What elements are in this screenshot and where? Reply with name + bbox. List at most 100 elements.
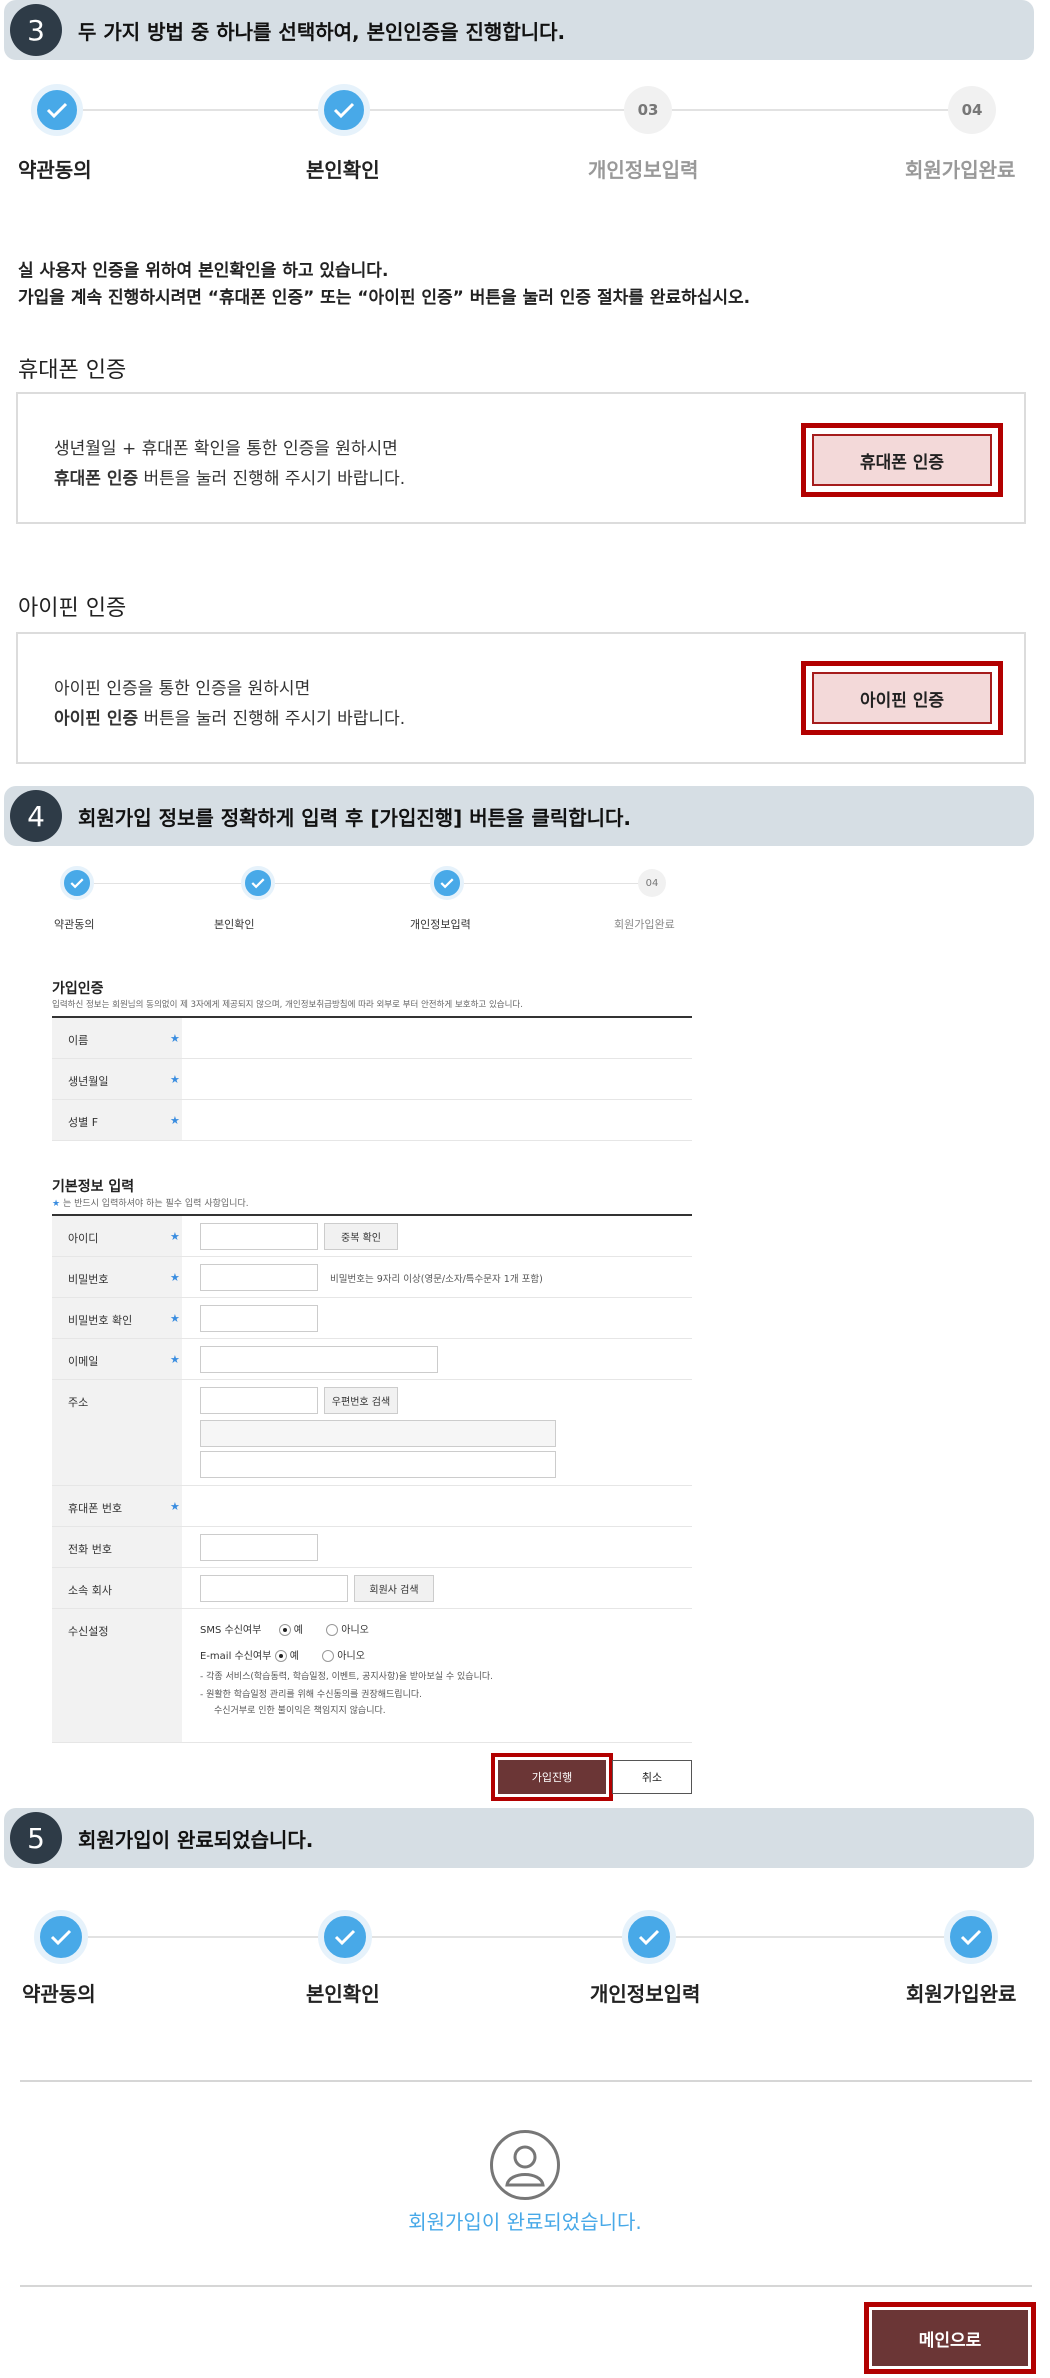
progress-line	[78, 883, 648, 884]
ipin-auth-heading: 아이핀 인증	[18, 596, 127, 621]
form-row-password-confirm: 비밀번호 확인 ★	[52, 1298, 692, 1339]
basic-section-note: ★ 는 반드시 입력하셔야 하는 필수 입력 사항입니다.	[52, 1199, 249, 1209]
step5-title: 회원가입이 완료되었습니다.	[78, 1828, 314, 1852]
user-icon	[490, 2130, 560, 2200]
divider	[20, 2285, 1032, 2287]
phone-auth-heading: 휴대폰 인증	[18, 358, 127, 383]
password-input[interactable]	[200, 1264, 318, 1291]
receive-note: 수신거부로 인한 불이익은 책임지지 않습니다.	[214, 1706, 386, 1716]
field-label: 전화 번호	[52, 1527, 182, 1567]
check-icon	[31, 84, 83, 136]
form-row-mobile: 휴대폰 번호 ★	[52, 1486, 692, 1527]
step-label: 본인확인	[214, 918, 255, 931]
field-label: 휴대폰 번호	[52, 1486, 182, 1526]
basic-section-title: 기본정보 입력	[52, 1179, 135, 1195]
form-row-company: 소속 회사 회원사 검색	[52, 1568, 692, 1609]
required-star-icon: ★	[170, 1312, 180, 1325]
step-number-badge: 3	[10, 4, 62, 56]
required-star-icon: ★	[170, 1114, 180, 1127]
step3-banner: 3 두 가지 방법 중 하나를 선택하여, 본인인증을 진행합니다.	[4, 0, 1034, 60]
join-submit-button[interactable]: 가입진행	[491, 1753, 613, 1801]
field-label: 비밀번호 확인	[52, 1298, 182, 1338]
password-confirm-input[interactable]	[200, 1305, 318, 1332]
go-main-button[interactable]: 메인으로	[864, 2302, 1036, 2374]
ipin-auth-button[interactable]: 아이핀 인증	[801, 661, 1003, 735]
phone-auth-desc: 휴대폰 인증 버튼을 눌러 진행해 주시기 바랍니다.	[54, 469, 406, 489]
ipin-auth-desc: 아이핀 인증을 통한 인증을 원하시면	[54, 679, 311, 699]
field-label: 성별 F	[52, 1100, 182, 1140]
step-label: 약관동의	[18, 158, 92, 182]
company-search-button[interactable]: 회원사 검색	[354, 1575, 434, 1602]
check-icon	[318, 1910, 372, 1964]
step-number: 04	[638, 869, 666, 897]
auth-section-note: 입력하신 정보는 회원님의 동의없이 제 3자에게 제공되지 않으며, 개인정보…	[52, 1000, 523, 1010]
divider	[20, 2080, 1032, 2082]
phone-input[interactable]	[200, 1534, 318, 1561]
field-label: 비밀번호	[52, 1257, 182, 1297]
complete-message: 회원가입이 완료되었습니다.	[408, 2210, 642, 2234]
sms-yes-radio[interactable]	[278, 1624, 291, 1636]
step-label: 회원가입완료	[905, 158, 1016, 182]
progress-line	[60, 109, 980, 111]
form-row-birth: 생년월일 ★	[52, 1059, 692, 1100]
address-detail-input[interactable]	[200, 1451, 556, 1478]
step-label: 회원가입완료	[614, 918, 675, 931]
zipcode-search-button[interactable]: 우편번호 검색	[324, 1387, 398, 1414]
intro-text: 실 사용자 인증을 위하여 본인확인을 하고 있습니다.	[18, 261, 389, 281]
step5-banner: 5 회원가입이 완료되었습니다.	[4, 1808, 1034, 1868]
password-hint: 비밀번호는 9자리 이상(영문/소자/특수문자 1개 포함)	[330, 1274, 543, 1285]
receive-note: - 원활한 학습일정 관리를 위해 수신동의를 권장해드립니다.	[200, 1690, 422, 1700]
intro-text: 가입을 계속 진행하시려면 “휴대폰 인증” 또는 “아이핀 인증” 버튼을 눌…	[18, 288, 751, 308]
email-yes-radio[interactable]	[274, 1650, 287, 1662]
step4-banner: 4 회원가입 정보를 정확하게 입력 후 [가입진행] 버튼을 클릭합니다.	[4, 786, 1034, 846]
zipcode-input[interactable]	[200, 1387, 318, 1414]
email-receive: E-mail 수신여부 예 아니오	[200, 1650, 365, 1662]
company-input[interactable]	[200, 1575, 348, 1602]
phone-auth-button[interactable]: 휴대폰 인증	[801, 423, 1003, 497]
step-label: 회원가입완료	[906, 1982, 1017, 2006]
step-label: 약관동의	[54, 918, 95, 931]
form-row-phone: 전화 번호	[52, 1527, 692, 1568]
step-label: 개인정보입력	[410, 918, 471, 931]
auth-section-title: 가입인증	[52, 981, 104, 997]
email-no-radio[interactable]	[322, 1650, 335, 1662]
sms-no-radio[interactable]	[326, 1624, 339, 1636]
id-input[interactable]	[200, 1223, 318, 1250]
form-row-name: 이름 ★	[52, 1018, 692, 1059]
required-star-icon: ★	[170, 1073, 180, 1086]
check-icon	[60, 866, 94, 900]
field-label: 주소	[52, 1380, 182, 1485]
field-label: 아이디	[52, 1216, 182, 1256]
cancel-button[interactable]: 취소	[612, 1760, 692, 1794]
form-row-email: 이메일 ★	[52, 1339, 692, 1380]
sms-receive: SMS 수신여부 예 아니오	[200, 1624, 369, 1636]
field-label: 이메일	[52, 1339, 182, 1379]
check-icon	[318, 84, 370, 136]
check-icon	[430, 866, 464, 900]
step-number-badge: 4	[10, 790, 62, 842]
check-icon	[241, 866, 275, 900]
step-label: 본인확인	[306, 1982, 380, 2006]
check-icon	[944, 1910, 998, 1964]
progress-line	[62, 1936, 982, 1938]
step-label: 개인정보입력	[590, 1982, 701, 2006]
receive-note: - 각종 서비스(학습동력, 학습일정, 이벤트, 공지사항)을 받아보실 수 …	[200, 1672, 494, 1682]
field-label: 소속 회사	[52, 1568, 182, 1608]
step4-title: 회원가입 정보를 정확하게 입력 후 [가입진행] 버튼을 클릭합니다.	[78, 806, 632, 830]
form-row-gender: 성별 F ★	[52, 1100, 692, 1141]
address-input[interactable]	[200, 1420, 556, 1447]
step-label: 본인확인	[306, 158, 380, 182]
form-row-id: 아이디 ★ 중복 확인	[52, 1216, 692, 1257]
step-number: 03	[624, 86, 672, 134]
email-input[interactable]	[200, 1346, 438, 1373]
check-icon	[622, 1910, 676, 1964]
step-number-badge: 5	[10, 1812, 62, 1864]
phone-auth-desc: 생년월일 + 휴대폰 확인을 통한 인증을 원하시면	[54, 439, 398, 459]
required-star-icon: ★	[170, 1230, 180, 1243]
field-label: 생년월일	[52, 1059, 182, 1099]
required-star-icon: ★	[170, 1032, 180, 1045]
form-row-password: 비밀번호 ★ 비밀번호는 9자리 이상(영문/소자/특수문자 1개 포함)	[52, 1257, 692, 1298]
required-star-icon: ★	[170, 1353, 180, 1366]
ipin-auth-desc: 아이핀 인증 버튼을 눌러 진행해 주시기 바랍니다.	[54, 709, 406, 729]
id-check-button[interactable]: 중복 확인	[324, 1223, 398, 1250]
